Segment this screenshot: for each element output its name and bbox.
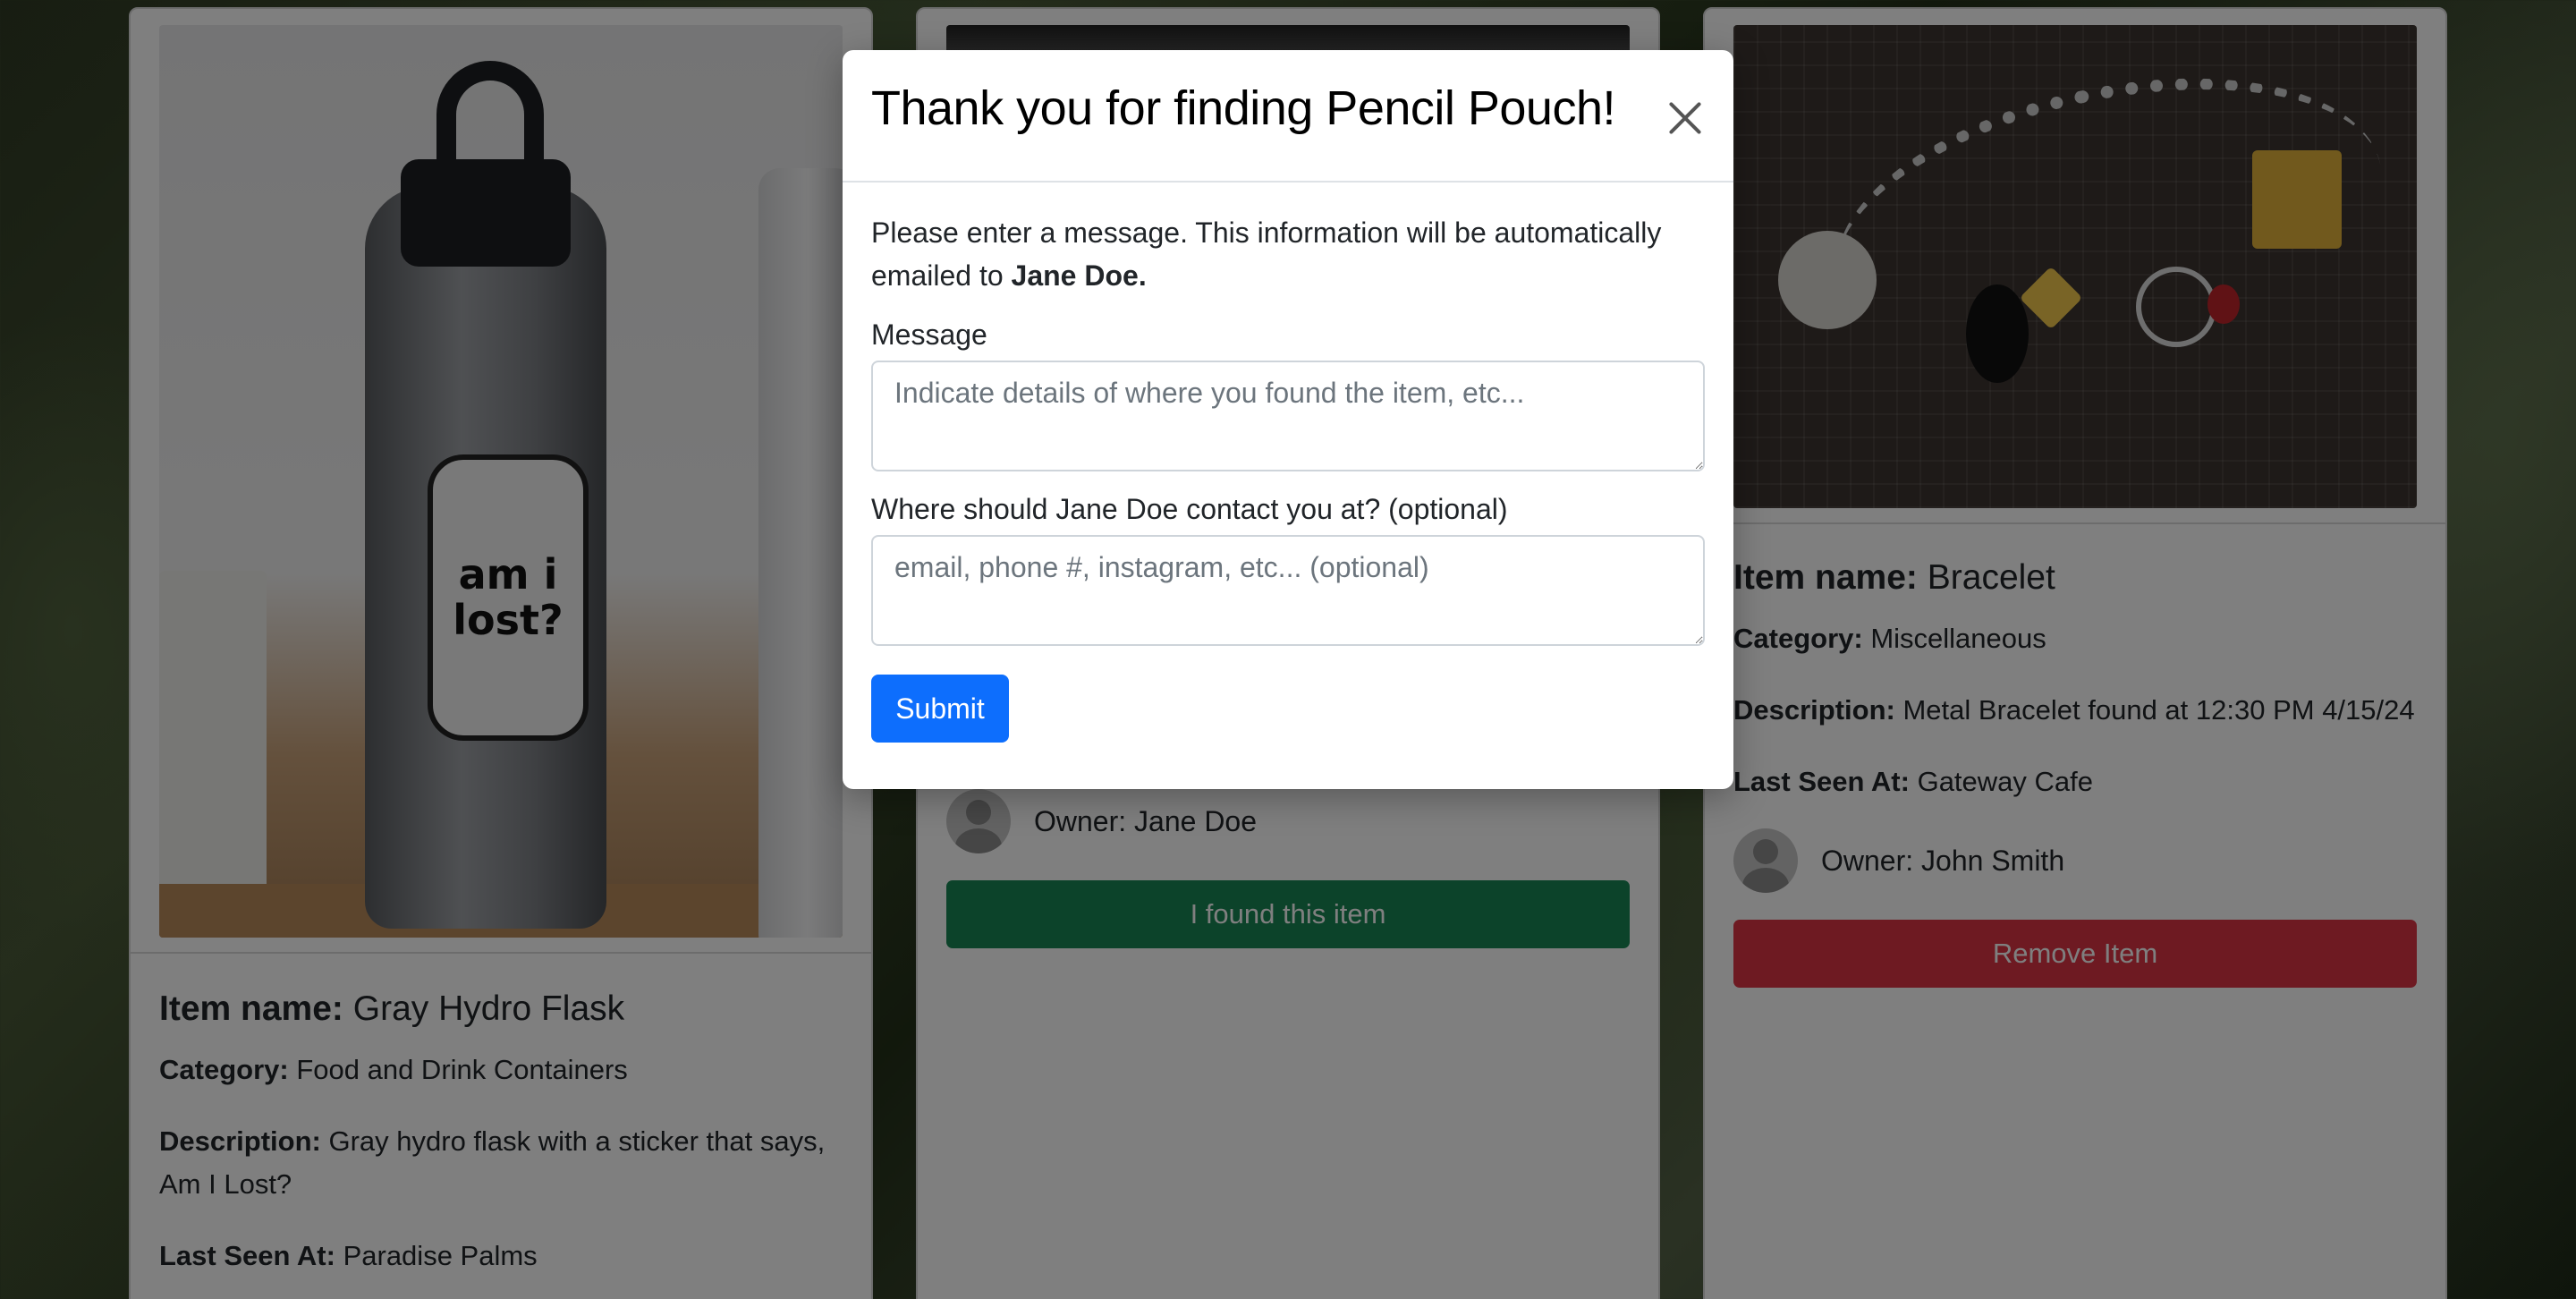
close-icon[interactable] — [1662, 93, 1708, 140]
modal-intro: Please enter a message. This information… — [871, 211, 1705, 297]
intro-text: Please enter a message. This information… — [871, 216, 1662, 292]
contact-field[interactable] — [871, 535, 1705, 646]
modal-body: Please enter a message. This information… — [871, 211, 1705, 743]
modal-title: Thank you for finding Pencil Pouch! — [871, 81, 1616, 135]
submit-button[interactable]: Submit — [871, 675, 1009, 743]
contact-label: Where should Jane Doe contact you at? (o… — [871, 493, 1508, 525]
message-field[interactable] — [871, 361, 1705, 471]
found-item-modal: Thank you for finding Pencil Pouch! Plea… — [843, 50, 1733, 789]
recipient-name: Jane Doe. — [1011, 259, 1147, 292]
message-label: Message — [871, 318, 987, 351]
modal-header: Thank you for finding Pencil Pouch! — [843, 50, 1733, 183]
